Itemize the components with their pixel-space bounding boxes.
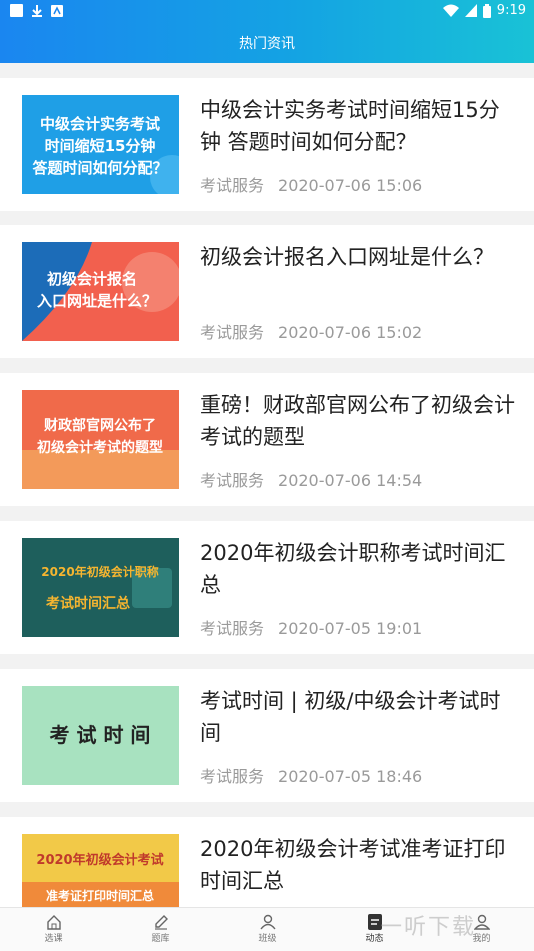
thumb-text: 考试时间汇总	[46, 595, 130, 612]
thumb-text: 2020年初级会计职称	[41, 564, 158, 579]
thumb-text: 考 试 时 间	[50, 723, 151, 747]
signal-icon	[464, 4, 477, 17]
page-title: 热门资讯	[239, 36, 295, 52]
news-thumbnail: 中级会计实务考试 时间缩短15分钟 答题时间如何分配？	[22, 95, 179, 194]
news-meta: 考试服务 2020-07-05 18:46	[200, 763, 422, 787]
clock: 9:19	[496, 3, 526, 18]
wifi-icon	[442, 4, 459, 17]
news-title: 初级会计报名入口网址是什么？	[200, 245, 494, 269]
tab-label: 选课	[44, 934, 63, 944]
notification-icon	[10, 4, 23, 17]
news-title: 中级会计实务考试时间缩短15分钟 答题时间如何分配？	[200, 98, 500, 154]
news-thumbnail: 2020年初级会计职称 考试时间汇总	[22, 538, 179, 637]
tab-label: 题库	[151, 934, 170, 944]
tab-label: 班级	[258, 934, 277, 944]
news-date: 2020-07-06 15:02	[278, 323, 423, 342]
pencil-icon	[154, 915, 168, 930]
news-thumbnail: 财政部官网公布了 初级会计考试的题型	[22, 390, 179, 489]
app-notification-icon	[51, 4, 63, 17]
download-icon	[32, 5, 42, 17]
news-item[interactable]: 考 试 时 间 考试时间 | 初级/中级会计考试时间 考试服务 2020-07-0…	[0, 669, 534, 802]
tab-class[interactable]: 班级	[214, 908, 321, 951]
thumb-text: 财政部官网公布了	[43, 417, 156, 434]
news-thumbnail: 考 试 时 间	[22, 686, 179, 785]
news-item[interactable]: 2020年初级会计职称 考试时间汇总 2020年初级会计职称考试时间汇总 考试服…	[0, 521, 534, 654]
news-source: 考试服务	[200, 619, 265, 638]
news-meta: 考试服务 2020-07-06 14:54	[200, 467, 422, 491]
watermark: 一听下载	[380, 915, 477, 940]
tab-question-bank[interactable]: 题库	[107, 908, 214, 951]
tab-courses[interactable]: 选课	[0, 908, 107, 951]
news-date: 2020-07-05 18:46	[278, 767, 423, 786]
news-title: 考试时间 | 初级/中级会计考试时间	[200, 689, 501, 745]
news-source: 考试服务	[200, 767, 265, 786]
news-source: 考试服务	[200, 176, 265, 195]
news-meta: 考试服务 2020-07-05 19:01	[200, 615, 422, 639]
news-source: 考试服务	[200, 471, 265, 490]
news-item[interactable]: 初级会计报名 入口网址是什么？ 初级会计报名入口网址是什么？ 考试服务 2020-…	[0, 225, 534, 358]
news-meta: 考试服务 2020-07-06 15:02	[200, 319, 422, 343]
news-date: 2020-07-06 15:06	[278, 176, 423, 195]
thumb-text: 入口网址是什么？	[37, 292, 157, 310]
news-meta: 考试服务 2020-07-06 15:06	[200, 172, 422, 196]
news-thumbnail: 初级会计报名 入口网址是什么？	[22, 242, 179, 341]
app-header: 9:19 热门资讯	[0, 0, 534, 63]
news-title: 2020年初级会计考试准考证打印时间汇总	[200, 837, 506, 893]
thumb-text: 准考证打印时间汇总	[46, 888, 154, 903]
news-date: 2020-07-05 19:01	[278, 619, 423, 638]
news-date: 2020-07-06 14:54	[278, 471, 423, 490]
thumb-text: 时间缩短15分钟	[45, 137, 156, 155]
news-thumbnail: 2020年初级会计考试 准考证打印时间汇总	[22, 834, 179, 907]
news-source: 考试服务	[200, 323, 265, 342]
home-icon	[46, 915, 61, 930]
thumb-text: 2020年初级会计考试	[36, 852, 163, 868]
thumb-text: 初级会计报名	[47, 270, 137, 288]
news-title: 2020年初级会计职称考试时间汇总	[200, 541, 506, 597]
class-icon	[259, 914, 276, 930]
thumb-text: 答题时间如何分配？	[32, 159, 167, 177]
status-bar: 9:19	[0, 0, 534, 24]
news-item[interactable]: 财政部官网公布了 初级会计考试的题型 重磅！财政部官网公布了初级会计考试的题型 …	[0, 373, 534, 506]
battery-icon	[482, 3, 491, 18]
news-item[interactable]: 中级会计实务考试 时间缩短15分钟 答题时间如何分配？ 中级会计实务考试时间缩短…	[0, 78, 534, 211]
news-item[interactable]: 2020年初级会计考试 准考证打印时间汇总 2020年初级会计考试准考证打印时间…	[0, 817, 534, 907]
news-title: 重磅！财政部官网公布了初级会计考试的题型	[200, 393, 515, 449]
thumb-text: 中级会计实务考试	[40, 115, 160, 133]
thumb-text: 初级会计考试的题型	[37, 439, 163, 456]
